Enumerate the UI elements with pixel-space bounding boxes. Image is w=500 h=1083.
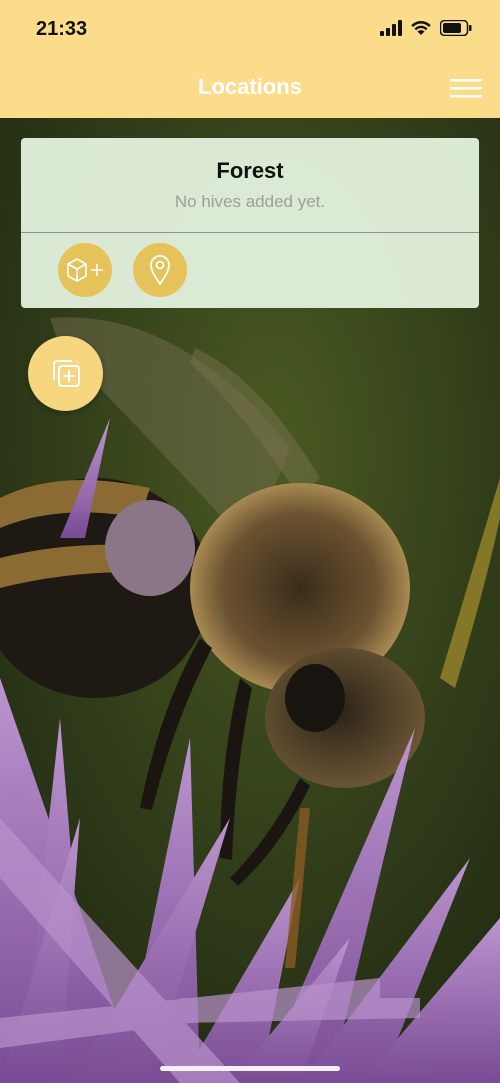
battery-icon — [440, 20, 472, 36]
status-bar: 21:33 — [0, 0, 500, 60]
location-card[interactable]: Forest No hives added yet. — [21, 138, 479, 308]
nav-bar: Locations — [0, 60, 500, 118]
copy-plus-icon — [52, 359, 80, 387]
status-icons — [380, 20, 472, 36]
add-hive-button[interactable] — [58, 243, 112, 297]
wifi-icon — [411, 20, 431, 35]
box-plus-icon — [67, 258, 103, 282]
hamburger-menu-icon — [450, 79, 482, 98]
card-divider — [21, 232, 479, 233]
empty-hives-message: No hives added yet. — [174, 192, 326, 211]
location-name: Forest — [216, 158, 284, 183]
map-pin-icon — [150, 255, 170, 286]
home-indicator[interactable] — [160, 1066, 340, 1071]
location-map-button[interactable] — [133, 243, 187, 297]
page-title: Locations — [198, 74, 302, 99]
menu-button[interactable] — [450, 76, 482, 100]
signal-icon — [380, 20, 402, 36]
status-time: 21:33 — [36, 18, 88, 40]
add-location-button[interactable] — [28, 336, 103, 411]
